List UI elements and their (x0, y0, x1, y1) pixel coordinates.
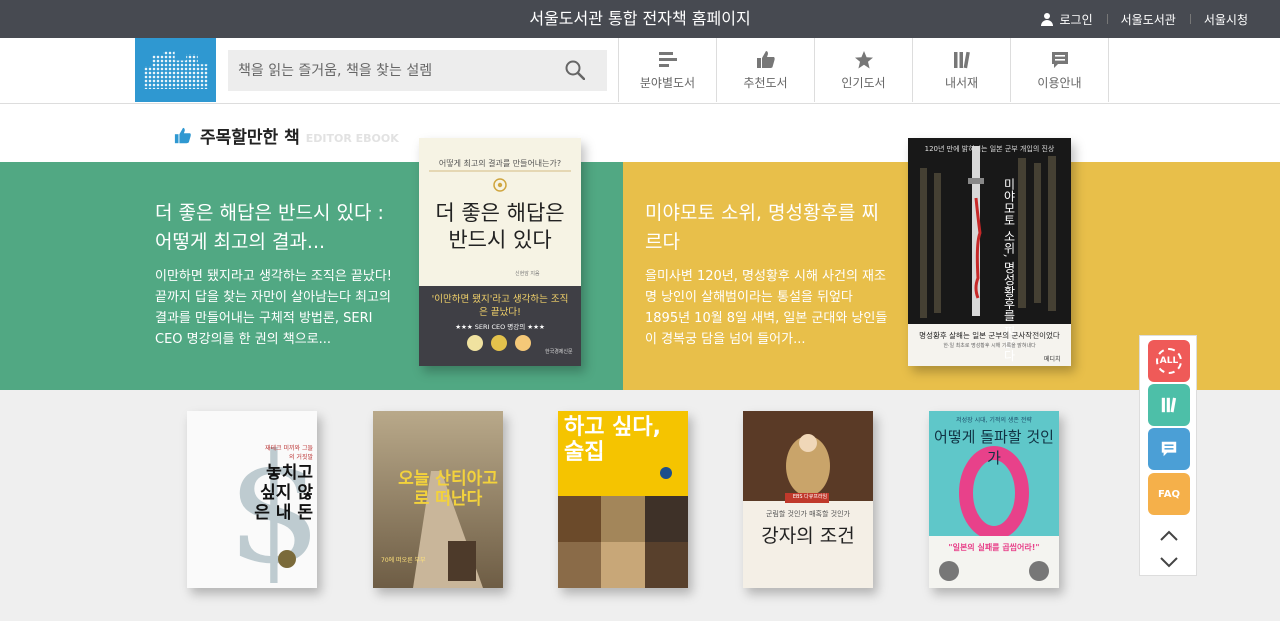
cover-publisher: 메디치 (1044, 356, 1061, 363)
cover-band: "일본의 실패를 곱씹어라!" (948, 543, 1040, 552)
cover-tag: 저성장 시대, 기적의 생존 전략 (956, 417, 1032, 424)
featured-description: 을미사변 120년, 명성황후 시해 사건의 재조명 낭인이 살해범이라는 통설… (645, 269, 888, 347)
list-icon (658, 51, 677, 67)
search-icon[interactable] (565, 60, 585, 80)
all-icon: ALL (1156, 348, 1182, 374)
featured-title[interactable]: 미야모토 소위, 명성황후를 찌르다 (645, 199, 895, 257)
quick-all-button[interactable]: ALL (1148, 340, 1190, 382)
cover-main-title: 더 좋은 해답은 반드시 있다 (435, 201, 565, 252)
thumbs-up-icon (756, 50, 775, 68)
cover-tag: 70에 떠오른 부부 (381, 557, 426, 564)
search-box (228, 50, 607, 91)
book-cover-money[interactable]: $ 재테크 미끼와 그들의 거짓말 놓치고 싶지 않은 내 돈 (187, 411, 317, 588)
book-cover-bar[interactable]: 하고 싶다, 술집 (558, 411, 688, 588)
cover-tag: 군림할 것인가 매혹할 것인가 (766, 510, 850, 518)
cover-band: '이만하면 됐지'라고 생각하는 조직은 끝났다! (431, 294, 569, 318)
book-cover-breakthrough[interactable]: 저성장 시대, 기적의 생존 전략 어떻게 돌파할 것인가 "일본의 실패를 곱… (929, 411, 1059, 588)
speech-bubble-icon (1161, 441, 1177, 457)
bookshelf-icon (1161, 397, 1177, 413)
cover-tag: 재테크 미끼와 그들의 거짓말 (265, 445, 313, 461)
book-cover-better-answer[interactable]: 어떻게 최고의 결과를 만들어내는가? 더 좋은 해답은 반드시 있다 신현암 … (419, 138, 581, 366)
section-title-text: 주목할만한 책 (200, 128, 300, 148)
section-title: 주목할만한 책 EDITOR EBOOK (174, 123, 399, 148)
top-bar: 서울도서관 통합 전자책 홈페이지 로그인 서울도서관 서울시청 (0, 0, 1280, 38)
cover-top-text: 어떻게 최고의 결과를 만들어내는가? (438, 159, 562, 168)
cover-author: 신현암 지음 (515, 271, 540, 277)
thumbs-up-icon (174, 127, 191, 143)
scroll-up-icon[interactable] (1159, 529, 1179, 543)
cover-top-text: 120년 만에 밝혀지는 일본 군부 개입의 진상 (924, 145, 1055, 153)
seoul-city-link[interactable]: 서울시청 (1189, 11, 1262, 28)
cover-publisher: 한국경제신문 (545, 349, 573, 355)
nav-usage-guide[interactable]: 이용안내 (1011, 38, 1109, 102)
cover-band-sub: 한·일 최초로 명성황후 시해 기록을 밝혀내다 (943, 343, 1036, 349)
seoul-library-link[interactable]: 서울도서관 (1106, 11, 1190, 28)
logo-dots (144, 51, 208, 89)
book-cover-miyamoto[interactable]: 120년 만에 밝혀지는 일본 군부 개입의 진상 미야모토 소위, 명성황후를… (908, 138, 1071, 366)
cover-title: 놓치고 싶지 않은 내 돈 (254, 463, 313, 523)
cover-title: 강자의 조건 (761, 525, 855, 547)
nav-my-shelf[interactable]: 내서재 (913, 38, 1011, 102)
book-cover-santiago[interactable]: 오늘 산티아고로 떠난다 70에 떠오른 부부 (373, 411, 503, 588)
cover-band-sub: ★★★ SERI CEO 명강의 ★★★ (455, 323, 545, 331)
cover-badge: EBS 다큐프라임 (792, 494, 828, 500)
book-cover-strong[interactable]: EBS 다큐프라임 군림할 것인가 매혹할 것인가 강자의 조건 (743, 411, 873, 588)
main-nav: 분야별도서 추천도서 인기도서 내서재 이용안내 (618, 38, 1109, 102)
logo[interactable] (135, 38, 216, 102)
quick-faq-button[interactable]: FAQ (1148, 473, 1190, 515)
featured-description: 이만하면 됐지라고 생각하는 조직은 끝났다! 끝까지 답을 찾는 자만이 살아… (155, 269, 393, 347)
quick-guide-button[interactable] (1148, 428, 1190, 470)
cover-title: 하고 싶다, 술집 (564, 415, 661, 465)
header: 분야별도서 추천도서 인기도서 내서재 이용안내 (0, 38, 1280, 104)
bookshelf-icon (953, 51, 970, 68)
search-input[interactable] (228, 50, 558, 91)
featured-title[interactable]: 더 좋은 해답은 반드시 있다 : 어떻게 최고의 결과... (155, 199, 405, 257)
cover-title: 오늘 산티아고로 떠난다 (398, 469, 498, 509)
star-icon (854, 50, 873, 68)
scroll-down-icon[interactable] (1159, 555, 1179, 569)
top-links: 로그인 서울도서관 서울시청 (1027, 0, 1263, 38)
user-icon (1040, 12, 1053, 26)
quick-my-shelf-button[interactable] (1148, 384, 1190, 426)
speech-bubble-icon (1051, 51, 1068, 68)
quick-menu: ALL FAQ (1139, 335, 1197, 576)
section-subtitle: EDITOR EBOOK (305, 131, 399, 145)
cover-band: 명성황후 살해는 일본 군부의 군사작전이었다 (919, 331, 1060, 340)
nav-category-books[interactable]: 분야별도서 (619, 38, 717, 102)
nav-popular-books[interactable]: 인기도서 (815, 38, 913, 102)
login-link[interactable]: 로그인 (1027, 11, 1107, 28)
cover-title: 어떻게 돌파할 것인가 (934, 428, 1054, 467)
nav-recommended-books[interactable]: 추천도서 (717, 38, 815, 102)
